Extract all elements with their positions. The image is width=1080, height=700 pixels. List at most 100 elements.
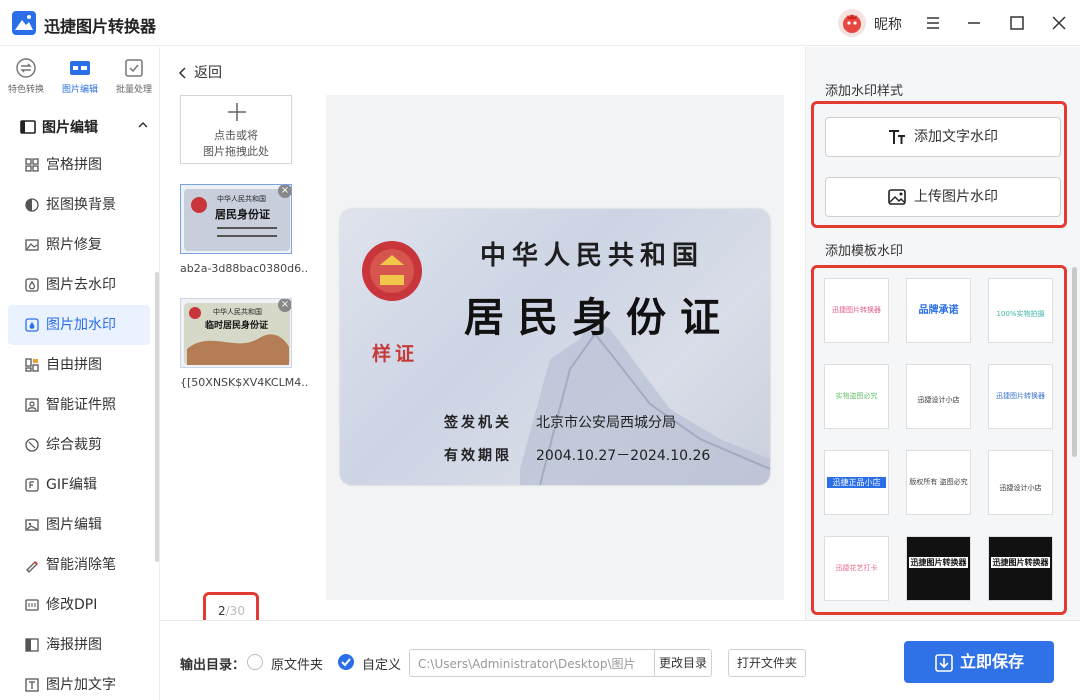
thumb-card-title2: 临时居民身份证 xyxy=(205,321,269,331)
watermark-style-highlight xyxy=(811,101,1067,228)
upload-text-line2: 图片拖拽此处 xyxy=(203,145,269,158)
sidebar-item-label: 海报拼图 xyxy=(46,637,102,653)
thumb-card-title2: 居民身份证 xyxy=(215,208,270,221)
sidebar-item-id-photo[interactable]: 智能证件照 xyxy=(8,385,150,425)
section-label: 图片编辑 xyxy=(42,120,98,136)
valid-value: 2004.10.27－2024.10.26 xyxy=(536,448,711,464)
upload-dropzone[interactable]: 点击或将图片拖拽此处 xyxy=(180,95,292,164)
dpi-icon xyxy=(25,599,39,611)
remove-thumbnail-button[interactable]: × xyxy=(278,185,291,198)
sidebar-item-eraser-pen[interactable]: 智能消除笔 xyxy=(8,545,150,585)
card-stamp: 样证 xyxy=(372,343,419,365)
valid-key: 有效期限 xyxy=(444,448,512,464)
sidebar-item-photo-repair[interactable]: 照片修复 xyxy=(8,225,150,265)
id-card-preview: 中华人民共和国 居民身份证 样证 签发机关 北京市公安局西城分局 有效期限 2004… xyxy=(340,209,770,485)
avatar-icon xyxy=(843,14,861,33)
image-edit-icon xyxy=(70,61,90,75)
upload-text-line1: 点击或将 xyxy=(214,129,258,142)
batch-icon xyxy=(125,59,143,77)
sidebar-item-label: 图片去水印 xyxy=(46,277,116,293)
thumbnail-name: ab2a-3d88bac0380d6... xyxy=(180,262,308,275)
sidebar-item-add-text[interactable]: 图片加文字 xyxy=(8,665,150,700)
radio-custom-folder[interactable] xyxy=(338,654,354,670)
thumbnail-2[interactable]: 中华人民共和国 临时居民身份证 × xyxy=(180,298,292,368)
thumbnail-name: {[50XNSK$XV4KCLM4... xyxy=(180,376,308,389)
photo-repair-icon xyxy=(25,239,39,251)
sidebar-item-free-collage[interactable]: 自由拼图 xyxy=(8,345,150,385)
option-original-label: 原文件夹 xyxy=(271,658,324,673)
menu-icon[interactable] xyxy=(922,12,944,34)
sidebar-item-label: 图片加文字 xyxy=(46,677,116,693)
sidebar-menu: 宫格拼图 抠图换背景 照片修复 图片去水印 图片加水印 自由拼图 智能证件照 综… xyxy=(8,145,150,700)
thumbnail-1[interactable]: 中华人民共和国 居民身份证 × xyxy=(180,184,292,254)
id-photo-icon xyxy=(25,398,39,412)
add-watermark-icon xyxy=(25,318,39,332)
eraser-pen-icon xyxy=(26,561,38,573)
output-path-input[interactable] xyxy=(409,649,655,677)
sidebar-item-label: 自由拼图 xyxy=(46,357,102,373)
back-link[interactable]: 返回 xyxy=(178,62,222,82)
open-folder-button[interactable]: 打开文件夹 xyxy=(728,649,806,677)
app-logo-icon xyxy=(12,11,36,35)
sidebar-item-dpi[interactable]: 修改DPI xyxy=(8,585,150,625)
sidebar-item-remove-watermark[interactable]: 图片去水印 xyxy=(8,265,150,305)
sidebar-item-gif-edit[interactable]: GIF编辑 xyxy=(8,465,150,505)
sidebar-item-label: 智能消除笔 xyxy=(46,557,116,573)
remove-thumbnail-button[interactable]: × xyxy=(278,299,291,312)
change-directory-button[interactable]: 更改目录 xyxy=(654,649,712,677)
sidebar-item-label: 图片加水印 xyxy=(46,317,116,333)
card-title-line1: 中华人民共和国 xyxy=(480,241,705,271)
sidebar-item-label: 照片修复 xyxy=(46,237,102,253)
cutout-icon xyxy=(25,198,39,212)
thumb-card-title1: 中华人民共和国 xyxy=(217,195,266,203)
nickname[interactable]: 昵称 xyxy=(874,14,902,34)
output-label: 输出目录： xyxy=(180,658,246,673)
section-icon xyxy=(20,120,36,134)
minimize-icon[interactable] xyxy=(963,12,985,34)
template-grid-highlight xyxy=(811,265,1067,615)
radio-original-folder[interactable] xyxy=(247,654,263,670)
tab-feature-convert[interactable]: 特色转换 xyxy=(0,57,52,101)
section-header-image-edit[interactable]: 图片编辑 xyxy=(20,117,148,137)
left-sidebar: 特色转换 图片编辑 批量处理 图片编辑 宫格拼图 抠图换背景 照片修复 图片去水… xyxy=(0,47,160,700)
sidebar-scrollbar[interactable] xyxy=(155,272,159,562)
card-issuer-row: 签发机关 北京市公安局西城分局 xyxy=(444,412,676,432)
avatar[interactable] xyxy=(838,9,866,37)
gif-icon xyxy=(25,478,39,492)
template-scrollbar[interactable] xyxy=(1072,267,1077,457)
tab-image-edit[interactable]: 图片编辑 xyxy=(54,57,106,101)
title-bar: 迅捷图片转换器 昵称 xyxy=(0,0,1080,46)
sidebar-item-cutout[interactable]: 抠图换背景 xyxy=(8,185,150,225)
sidebar-item-image-edit[interactable]: 图片编辑 xyxy=(8,505,150,545)
option-custom-label: 自定义 xyxy=(362,658,402,673)
top-tabs: 特色转换 图片编辑 批量处理 xyxy=(0,47,160,105)
grid-icon xyxy=(25,158,39,172)
sidebar-item-label: 抠图换背景 xyxy=(46,197,116,213)
tab-label: 批量处理 xyxy=(115,85,152,95)
sidebar-item-crop[interactable]: 综合裁剪 xyxy=(8,425,150,465)
thumb-card-title1: 中华人民共和国 xyxy=(213,308,262,316)
card-valid-row: 有效期限 2004.10.27－2024.10.26 xyxy=(444,445,710,465)
sidebar-item-poster-collage[interactable]: 海报拼图 xyxy=(8,625,150,665)
issuer-value: 北京市公安局西城分局 xyxy=(536,415,676,431)
app-title: 迅捷图片转换器 xyxy=(44,17,157,36)
chevron-up-icon xyxy=(138,121,148,128)
crop-icon xyxy=(25,438,39,452)
save-now-button[interactable]: 立即保存 xyxy=(904,641,1054,683)
tab-batch[interactable]: 批量处理 xyxy=(108,57,160,101)
close-icon[interactable] xyxy=(1048,12,1070,34)
back-label: 返回 xyxy=(194,65,222,81)
card-title-line2: 居民身份证 xyxy=(464,294,734,341)
sidebar-item-label: 图片编辑 xyxy=(46,517,102,533)
sidebar-item-label: 修改DPI xyxy=(46,597,98,613)
image-edit-icon xyxy=(25,519,39,531)
sidebar-item-label: 宫格拼图 xyxy=(46,157,102,173)
check-icon xyxy=(341,658,351,667)
sidebar-item-grid-collage[interactable]: 宫格拼图 xyxy=(8,145,150,185)
save-label: 立即保存 xyxy=(959,652,1024,671)
poster-icon xyxy=(25,638,39,652)
sidebar-item-add-watermark[interactable]: 图片加水印 xyxy=(8,305,150,345)
maximize-icon[interactable] xyxy=(1006,12,1028,34)
template-label: 添加模板水印 xyxy=(825,244,904,259)
free-collage-icon xyxy=(25,358,39,372)
